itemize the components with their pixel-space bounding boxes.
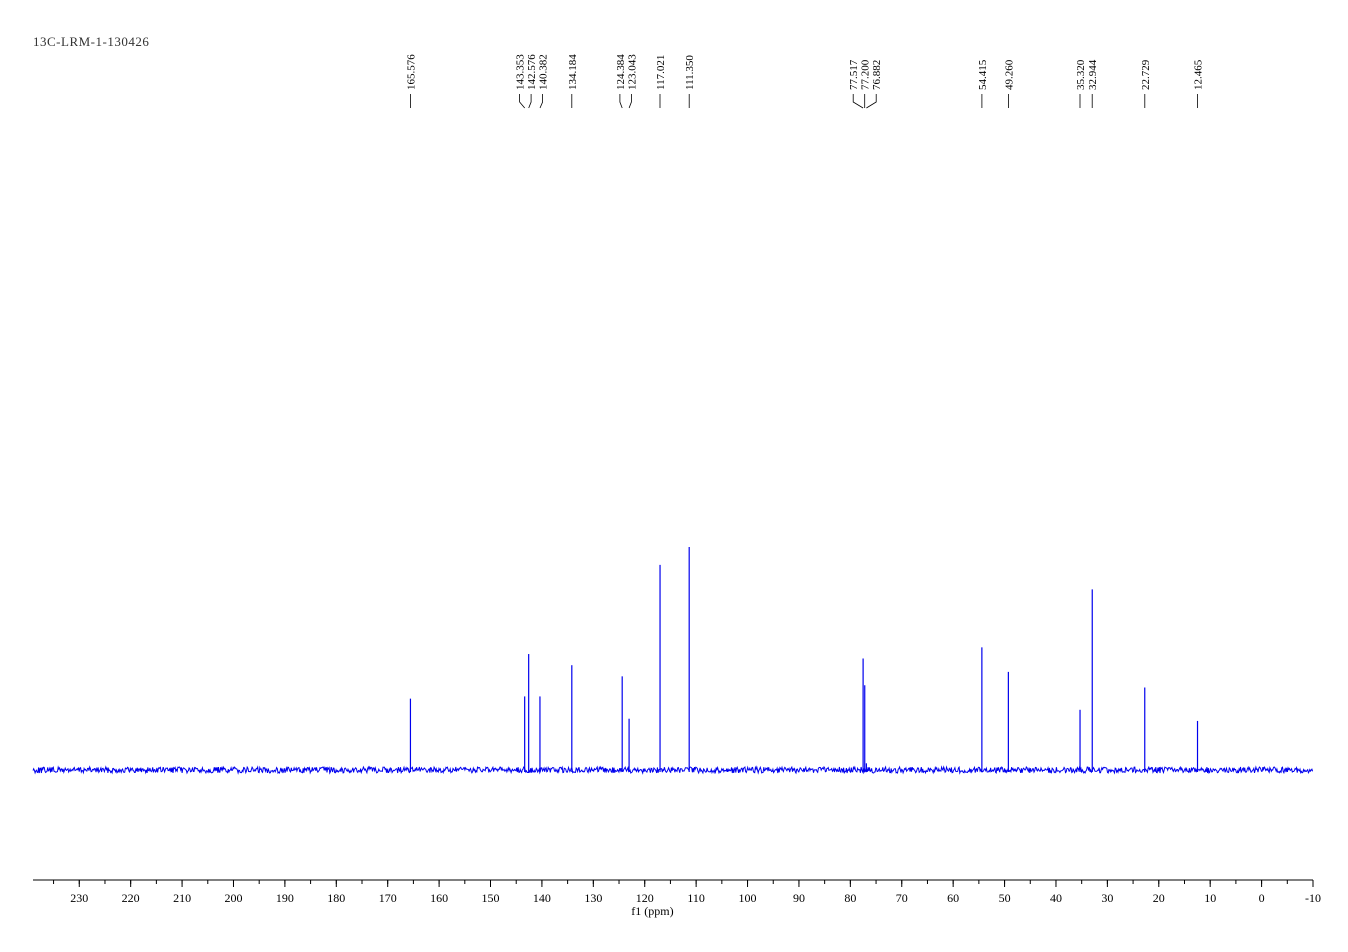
x-tick-label: 90	[793, 891, 805, 905]
peak-label: 54.415	[977, 59, 989, 90]
peak-label: 142.576	[526, 54, 538, 90]
x-tick-label: 170	[379, 891, 397, 905]
peak-label-connector	[519, 94, 526, 109]
peak-label: 77.200	[860, 59, 872, 90]
peak-label: 49.260	[1003, 59, 1015, 90]
x-tick-label: 20	[1153, 891, 1165, 905]
peak-label-connector	[866, 94, 877, 109]
x-tick-label: 210	[173, 891, 191, 905]
peak-label-connector	[528, 94, 532, 109]
x-tick-label: 120	[636, 891, 654, 905]
x-axis-label: f1 (ppm)	[631, 904, 673, 918]
x-tick-label: 130	[584, 891, 602, 905]
peak-label: 76.882	[871, 60, 883, 90]
x-tick-label: 30	[1101, 891, 1113, 905]
peak-label: 124.384	[615, 54, 627, 90]
peak-label: 140.382	[538, 54, 550, 90]
x-tick-label: 190	[276, 891, 294, 905]
baseline-noise	[32, 765, 1314, 775]
x-tick-label: 220	[122, 891, 140, 905]
peak-label: 22.729	[1140, 59, 1152, 90]
peak-label: 117.021	[655, 55, 667, 90]
x-tick-label: 110	[687, 891, 705, 905]
x-axis: 230 220 210 200 190 180 170 160 150 140 130 120 110 1…	[33, 879, 1321, 918]
peak-label: 165.576	[405, 54, 417, 90]
x-tick-label: 10	[1204, 891, 1216, 905]
peak-label-connector	[619, 94, 623, 109]
x-tick-label: 50	[999, 891, 1011, 905]
peak-label: 134.184	[567, 54, 579, 90]
x-tick-label: 80	[844, 891, 856, 905]
x-tick-label: 100	[739, 891, 757, 905]
peak-label-connector	[628, 94, 632, 109]
x-tick-label: 70	[896, 891, 908, 905]
peak-label: 123.043	[626, 54, 638, 90]
x-tick-label: 40	[1050, 891, 1062, 905]
peak-label: 143.353	[515, 54, 527, 90]
peak-label-layer: 165.576 143.353 142.576 140.382 134.184 124.3…	[405, 54, 1205, 109]
x-tick-label: 180	[327, 891, 345, 905]
x-tick-label: 60	[947, 891, 959, 905]
nmr-spectrum-chart: 165.576 143.353 142.576 140.382 134.184 124.3…	[32, 54, 1321, 918]
spectrum-trace-layer	[32, 547, 1314, 775]
peak-label: 32.944	[1087, 59, 1099, 90]
x-tick-label: 160	[430, 891, 448, 905]
x-tick-label: 150	[482, 891, 500, 905]
peak-label: 77.517	[848, 59, 860, 90]
peak-label-connector	[852, 94, 864, 109]
peak-label: 12.465	[1193, 59, 1205, 90]
x-tick-label: -10	[1305, 891, 1321, 905]
peak-label: 35.320	[1075, 59, 1087, 90]
peak-label: 111.350	[684, 55, 696, 90]
x-tick-label: 0	[1259, 891, 1265, 905]
peak-label-connector	[539, 94, 543, 109]
x-tick-label: 200	[224, 891, 242, 905]
x-tick-label: 230	[70, 891, 88, 905]
x-tick-label: 140	[533, 891, 551, 905]
